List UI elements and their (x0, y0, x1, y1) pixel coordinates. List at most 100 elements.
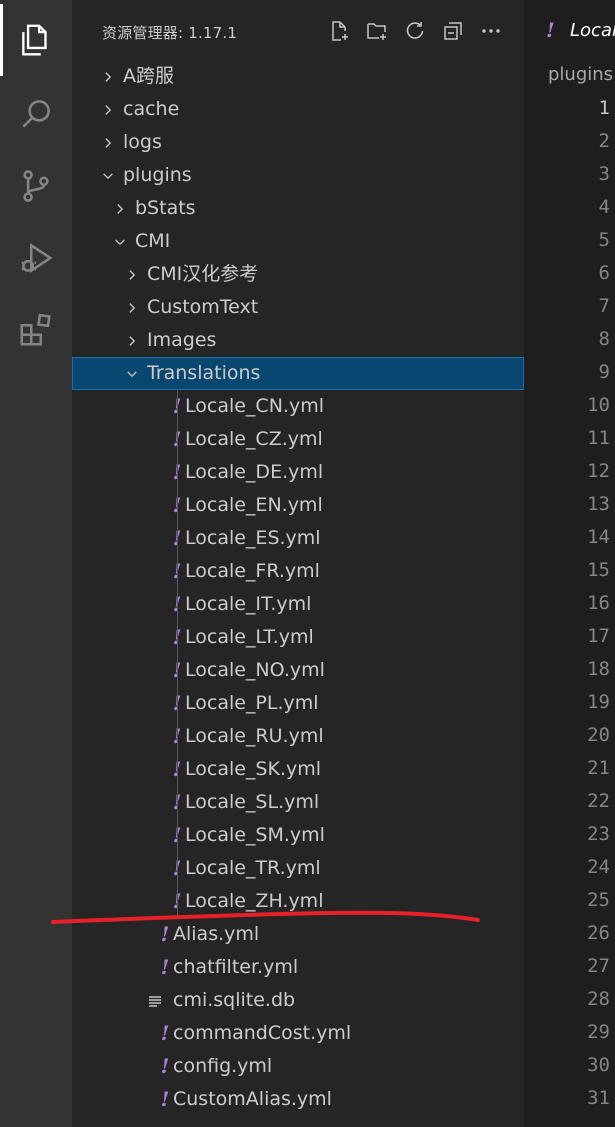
tree-file[interactable]: !Locale_CZ.yml (72, 423, 524, 456)
line-number: 5 (598, 229, 610, 251)
refresh-icon[interactable] (400, 16, 430, 46)
chevron-right-icon[interactable] (122, 258, 142, 291)
yaml-file-icon: ! (160, 922, 170, 946)
tree-item-label: CustomAlias.yml (173, 1088, 332, 1110)
tree-item-label: A跨服 (123, 65, 174, 87)
tree-file[interactable]: ! Alias.yml (72, 918, 524, 951)
chevron-down-icon[interactable] (122, 357, 142, 390)
explorer-icon[interactable] (0, 4, 72, 76)
yaml-file-icon: ! (160, 955, 170, 979)
line-number: 26 (587, 922, 610, 944)
tree-file[interactable]: !Locale_CN.yml (72, 390, 524, 423)
chevron-down-icon[interactable] (98, 159, 118, 192)
tree-item-label: Images (147, 329, 217, 351)
tree-folder[interactable]: Translations (72, 357, 524, 390)
tree-file[interactable]: !Locale_RU.yml (72, 720, 524, 753)
tab-bar: ! Locale (524, 0, 615, 62)
tree-file[interactable]: cmi.sqlite.db (72, 984, 524, 1017)
tree-file[interactable]: ! commandCost.yml (72, 1017, 524, 1050)
indent-guide (177, 390, 178, 918)
collapse-all-icon[interactable] (438, 16, 468, 46)
chevron-down-icon[interactable] (110, 225, 130, 258)
more-actions-icon[interactable] (476, 16, 506, 46)
tree-folder[interactable]: logs (72, 126, 524, 159)
tree-item-label: Locale_SM.yml (185, 824, 325, 846)
line-number: 21 (587, 757, 610, 779)
tree-folder[interactable]: A跨服 (72, 60, 524, 93)
tree-file[interactable]: !Locale_DE.yml (72, 456, 524, 489)
chevron-right-icon[interactable] (122, 324, 142, 357)
yaml-file-icon: ! (160, 1087, 170, 1111)
tree-file[interactable]: !Locale_SL.yml (72, 786, 524, 819)
tree-item-label: Locale_NO.yml (185, 659, 325, 681)
tree-item-label: CMI (135, 230, 171, 252)
tree-item-label: cmi.sqlite.db (173, 989, 296, 1011)
chevron-right-icon[interactable] (98, 126, 118, 159)
extensions-icon[interactable] (0, 294, 72, 366)
tree-file[interactable]: !Locale_TR.yml (72, 852, 524, 885)
tree-folder[interactable]: bStats (72, 192, 524, 225)
file-tree: A跨服 cache logs plugins bStats CMI CMI汉化参考 Custo… (72, 60, 524, 1116)
tree-folder[interactable]: CMI汉化参考 (72, 258, 524, 291)
tree-item-label: Locale_RU.yml (185, 725, 324, 747)
line-number: 23 (587, 823, 610, 845)
line-number: 27 (587, 955, 610, 977)
tree-file[interactable]: ! chatfilter.yml (72, 951, 524, 984)
line-number: 28 (587, 988, 610, 1010)
tree-file[interactable]: !Locale_SK.yml (72, 753, 524, 786)
tree-item-label: Locale_PL.yml (185, 692, 319, 714)
new-file-icon[interactable] (324, 16, 354, 46)
line-number: 22 (587, 790, 610, 812)
tree-item-label: Locale_DE.yml (185, 461, 324, 483)
line-number: 9 (598, 361, 610, 383)
tree-item-label: Locale_CN.yml (185, 395, 324, 417)
chevron-right-icon[interactable] (110, 192, 130, 225)
tree-file[interactable]: !Locale_FR.yml (72, 555, 524, 588)
tree-folder[interactable]: CMI (72, 225, 524, 258)
tree-item-label: Locale_SK.yml (185, 758, 322, 780)
tree-item-label: plugins (123, 164, 192, 186)
line-number: 7 (598, 295, 610, 317)
tree-file[interactable]: !Locale_ZH.yml (72, 885, 524, 918)
tree-file[interactable]: !Locale_LT.yml (72, 621, 524, 654)
tree-file[interactable]: ! config.yml (72, 1050, 524, 1083)
tree-folder[interactable]: cache (72, 93, 524, 126)
tree-file[interactable]: ! CustomAlias.yml (72, 1083, 524, 1116)
tree-folder[interactable]: CustomText (72, 291, 524, 324)
tree-file[interactable]: !Locale_PL.yml (72, 687, 524, 720)
line-number: 12 (587, 460, 610, 482)
tree-file[interactable]: !Locale_IT.yml (72, 588, 524, 621)
tree-item-label: CMI汉化参考 (147, 263, 259, 285)
line-number: 11 (587, 427, 610, 449)
chevron-right-icon[interactable] (122, 291, 142, 324)
yaml-file-icon: ! (546, 18, 555, 42)
tree-file[interactable]: !Locale_NO.yml (72, 654, 524, 687)
breadcrumb[interactable]: plugins (548, 64, 613, 85)
yaml-file-icon: ! (160, 1021, 170, 1045)
editor-tab[interactable]: ! Locale (524, 0, 615, 62)
text-file-icon (148, 984, 162, 1017)
tree-item-label: chatfilter.yml (173, 956, 299, 978)
line-number: 31 (587, 1087, 610, 1109)
chevron-right-icon[interactable] (98, 60, 118, 93)
new-folder-icon[interactable] (362, 16, 392, 46)
tree-folder[interactable]: Images (72, 324, 524, 357)
line-number-gutter: 1 2 3 4 5 6 7 8 9 10 11 12 13 14 15 16 17 18 19 20 21 22 23 24 2… (524, 92, 612, 1115)
line-number: 16 (587, 592, 610, 614)
line-number: 14 (587, 526, 610, 548)
tree-file[interactable]: !Locale_ES.yml (72, 522, 524, 555)
run-debug-icon[interactable] (0, 222, 72, 294)
source-control-icon[interactable] (0, 150, 72, 222)
line-number: 15 (587, 559, 610, 581)
activity-bar (0, 0, 72, 1127)
search-icon[interactable] (0, 78, 72, 150)
tree-file[interactable]: !Locale_EN.yml (72, 489, 524, 522)
tree-item-label: Locale_CZ.yml (185, 428, 323, 450)
tree-file[interactable]: !Locale_SM.yml (72, 819, 524, 852)
tree-item-label: Locale_LT.yml (185, 626, 314, 648)
line-number: 30 (587, 1054, 610, 1076)
tree-item-label: Locale_IT.yml (185, 593, 312, 615)
chevron-right-icon[interactable] (98, 93, 118, 126)
tree-folder[interactable]: plugins (72, 159, 524, 192)
line-number: 17 (587, 625, 610, 647)
